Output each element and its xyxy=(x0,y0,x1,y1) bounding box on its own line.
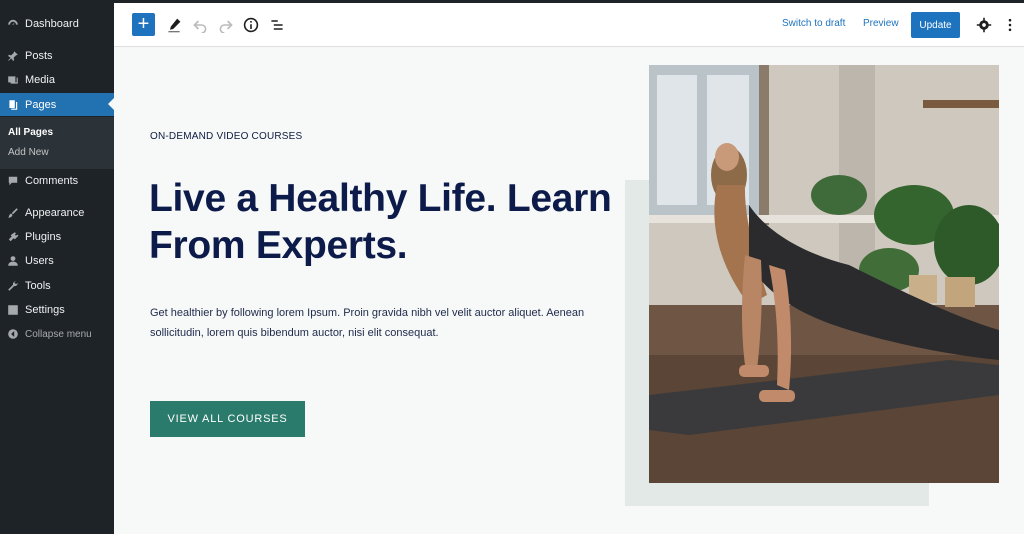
editor-toolbar: + Switch to draft Preview Update xyxy=(114,3,1024,47)
headline-line-1: Live a Healthy Life. Learn xyxy=(149,177,612,220)
editor-canvas: ON-DEMAND VIDEO COURSES Live a Healthy L… xyxy=(114,48,1024,534)
plugin-icon xyxy=(6,231,19,244)
settings-icon xyxy=(6,304,19,317)
media-icon xyxy=(6,74,19,87)
headline-line-2: From Experts. xyxy=(149,224,408,267)
sidebar-item-media[interactable]: Media xyxy=(0,69,114,91)
sidebar-item-label: Pages xyxy=(25,98,57,111)
sidebar-item-label: Users xyxy=(25,255,54,267)
more-options-icon[interactable] xyxy=(1000,15,1020,35)
sidebar-item-label: Media xyxy=(25,74,55,86)
sidebar-item-settings[interactable]: Settings xyxy=(0,299,114,321)
update-button[interactable]: Update xyxy=(911,12,960,38)
hero-eyebrow[interactable]: ON-DEMAND VIDEO COURSES xyxy=(150,131,302,142)
sidebar-item-label: Posts xyxy=(25,50,53,62)
sidebar-item-label: Plugins xyxy=(25,231,62,243)
hero-paragraph[interactable]: Get healthier by following lorem Ipsum. … xyxy=(150,303,610,343)
sidebar-item-dashboard[interactable]: Dashboard xyxy=(0,13,114,35)
view-all-courses-button[interactable]: VIEW ALL COURSES xyxy=(150,401,305,437)
preview-button[interactable]: Preview xyxy=(863,18,899,29)
sidebar-item-users[interactable]: Users xyxy=(0,250,114,272)
sidebar-item-plugins[interactable]: Plugins xyxy=(0,226,114,248)
list-view-icon[interactable] xyxy=(267,15,287,35)
switch-to-draft-button[interactable]: Switch to draft xyxy=(782,18,845,29)
sidebar-item-pages[interactable]: Pages xyxy=(0,93,114,116)
wrench-icon xyxy=(6,280,19,293)
collapse-menu-button[interactable]: Collapse menu xyxy=(0,323,114,345)
brush-icon xyxy=(6,207,19,220)
edit-pencil-icon[interactable] xyxy=(164,15,184,35)
gear-icon[interactable] xyxy=(974,15,994,35)
pages-icon xyxy=(6,98,19,111)
sidebar-item-posts[interactable]: Posts xyxy=(0,45,114,67)
submenu-all-pages[interactable]: All Pages xyxy=(8,127,53,138)
sidebar-item-label: Appearance xyxy=(25,207,85,219)
sidebar-item-appearance[interactable]: Appearance xyxy=(0,202,114,224)
sidebar-item-label: Tools xyxy=(25,280,51,292)
redo-icon[interactable] xyxy=(216,15,236,35)
sidebar-item-comments[interactable]: Comments xyxy=(0,170,114,192)
admin-sidebar: Dashboard Posts Media Pages All Pages Ad… xyxy=(0,0,114,534)
pages-submenu: All Pages Add New xyxy=(0,117,114,169)
sidebar-item-label: Settings xyxy=(25,304,65,316)
user-icon xyxy=(6,255,19,268)
add-block-button[interactable]: + xyxy=(132,13,155,36)
sidebar-item-label: Comments xyxy=(25,175,79,187)
sidebar-item-tools[interactable]: Tools xyxy=(0,275,114,297)
hero-headline[interactable]: Live a Healthy Life. Learn From Experts. xyxy=(149,175,629,269)
sidebar-item-label: Dashboard xyxy=(25,18,79,30)
collapse-icon xyxy=(6,328,19,341)
info-icon[interactable] xyxy=(241,15,261,35)
collapse-menu-label: Collapse menu xyxy=(25,328,92,340)
undo-icon[interactable] xyxy=(190,15,210,35)
submenu-add-new[interactable]: Add New xyxy=(8,147,49,158)
yoga-photo[interactable] xyxy=(649,65,999,483)
dashboard-icon xyxy=(6,18,19,31)
comment-icon xyxy=(6,175,19,188)
pin-icon xyxy=(6,50,19,63)
